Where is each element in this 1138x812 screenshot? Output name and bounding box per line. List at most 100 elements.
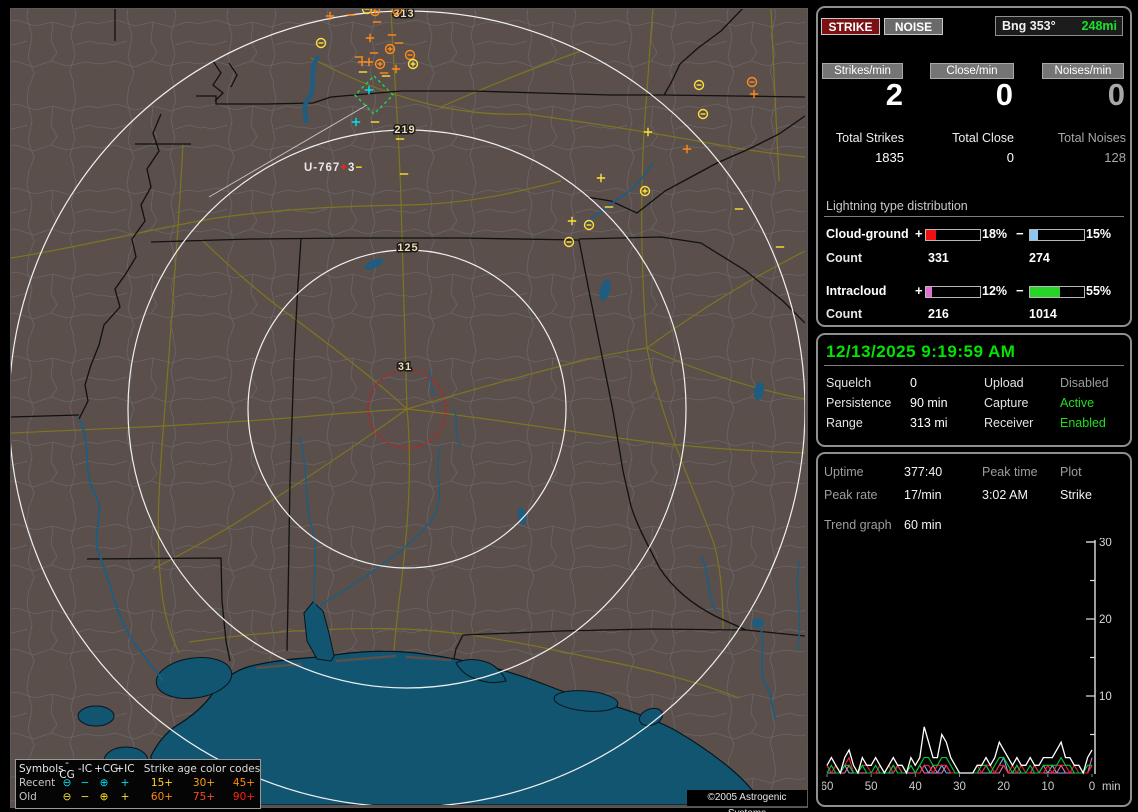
strike-legend: Symbols -CG -IC +CG +IC Strike age color code… — [15, 757, 261, 809]
legend-cell: +CG — [94, 762, 119, 775]
total-strikes-label: Total Strikes — [835, 131, 904, 145]
total-noises-label: Total Noises — [1057, 131, 1126, 145]
storm-cell-label: U-767+3− — [304, 162, 363, 174]
capture-label: Capture — [984, 396, 1029, 410]
persistence-value: 90 min — [910, 396, 948, 410]
peak-time-label: Peak time — [982, 465, 1038, 479]
range-ring-label: 31 — [398, 361, 412, 373]
counter-panel: STRIKE NOISE Bng 353° 248mi Strikes/min … — [816, 6, 1132, 327]
svg-text:40: 40 — [909, 781, 922, 793]
legend-cell: + — [120, 777, 130, 789]
bearing-readout: Bng 353° 248mi — [995, 16, 1123, 36]
minus-sign: − — [1016, 283, 1024, 298]
range-value: 313 mi — [910, 416, 948, 430]
ic-neg-bar — [1029, 286, 1085, 298]
ic-pos-bar — [925, 286, 981, 298]
legend-cell: Symbols — [19, 762, 64, 775]
plot-label: Plot — [1060, 465, 1082, 479]
noises-per-min-value: 0 — [1107, 77, 1126, 112]
svg-text:0: 0 — [1089, 781, 1095, 793]
legend-cell: 60+ — [150, 791, 174, 803]
legend-cell: ⊕ — [99, 777, 109, 789]
capture-value: Active — [1060, 396, 1095, 410]
cloud-ground-label: Cloud-ground — [826, 227, 909, 241]
copyright-label: ©2005 Astrogenic Systems — [687, 790, 807, 812]
bearing-range-value: 248mi — [1081, 19, 1117, 33]
trend-panel: Uptime 377:40 Peak time Plot Peak rate 1… — [816, 452, 1132, 807]
cg-neg-bar — [1029, 229, 1085, 241]
cg-pos-bar — [925, 229, 981, 241]
total-close-value: 0 — [1006, 150, 1014, 165]
ic-neg-count: 1014 — [1029, 307, 1057, 321]
legend-cell: − — [80, 777, 90, 789]
noise-mode-button[interactable]: NOISE — [884, 18, 943, 35]
nexstorm-window: 313 219 125 31 U-767+3− Symbols -CG -IC +CG +IC… — [0, 0, 1138, 812]
count-label: Count — [826, 307, 863, 321]
cg-neg-count: 274 — [1029, 251, 1050, 265]
minus-sign: − — [1016, 226, 1024, 241]
trend-window-value: 60 min — [904, 518, 942, 532]
peak-time-value: 3:02 AM — [982, 488, 1028, 502]
svg-text:30: 30 — [953, 781, 966, 793]
status-panel: 12/13/2025 9:19:59 AM Squelch 0 Upload D… — [816, 333, 1132, 447]
range-ring-label: 125 — [397, 242, 418, 254]
cg-pos-count: 331 — [928, 251, 949, 265]
ic-pos-pct: 12% — [982, 284, 1008, 298]
range-ring-label: 219 — [394, 124, 415, 136]
uptime-value: 377:40 — [904, 465, 943, 479]
upload-label: Upload — [984, 376, 1024, 390]
legend-cell: +IC — [115, 762, 135, 775]
legend-cell: Recent — [19, 777, 56, 789]
strike-mode-button[interactable]: STRIKE — [821, 18, 880, 35]
legend-cell: ⊖ — [62, 777, 72, 789]
peak-rate-value: 17/min — [904, 488, 942, 502]
svg-text:20: 20 — [997, 781, 1010, 793]
legend-cell: 30+ — [192, 777, 216, 789]
ic-pos-count: 216 — [928, 307, 949, 321]
ic-neg-pct: 55% — [1086, 284, 1112, 298]
datetime-display: 12/13/2025 9:19:59 AM — [826, 342, 1016, 361]
cg-neg-pct: 15% — [1086, 227, 1112, 241]
map-canvas[interactable]: 313 219 125 31 U-767+3− Symbols -CG -IC +CG +IC… — [10, 8, 808, 812]
total-noises-value: 128 — [1104, 150, 1126, 165]
squelch-label: Squelch — [826, 376, 872, 390]
persistence-label: Persistence — [826, 396, 892, 410]
legend-cell: 75+ — [192, 791, 216, 803]
svg-text:min: min — [1102, 781, 1121, 793]
legend-cell: Old — [19, 791, 37, 803]
legend-cell: − — [80, 791, 90, 803]
svg-text:10: 10 — [1099, 691, 1112, 703]
legend-cell: 90+ — [232, 791, 256, 803]
legend-cell: 15+ — [150, 777, 174, 789]
strikes-per-min-value: 2 — [885, 77, 904, 112]
uptime-label: Uptime — [824, 465, 864, 479]
legend-cell: -IC — [77, 762, 93, 775]
plot-value: Strike — [1060, 488, 1092, 502]
squelch-value: 0 — [910, 376, 917, 390]
total-close-label: Total Close — [952, 131, 1014, 145]
plus-sign: + — [915, 283, 923, 298]
svg-text:60: 60 — [822, 781, 833, 793]
svg-text:50: 50 — [865, 781, 878, 793]
range-label: Range — [826, 416, 863, 430]
legend-cell: 45+ — [232, 777, 256, 789]
peak-rate-label: Peak rate — [824, 488, 878, 502]
legend-cell: + — [120, 791, 130, 803]
bearing-value: Bng 353° — [1002, 19, 1056, 33]
upload-value: Disabled — [1060, 376, 1109, 390]
cg-pos-pct: 18% — [982, 227, 1008, 241]
svg-text:10: 10 — [1041, 781, 1054, 793]
close-per-min-value: 0 — [995, 77, 1014, 112]
distribution-title: Lightning type distribution — [826, 199, 968, 213]
svg-text:30: 30 — [1099, 538, 1112, 549]
legend-cell: Strike age color codes — [143, 762, 261, 775]
count-label: Count — [826, 251, 863, 265]
trend-graph-label: Trend graph — [824, 518, 892, 532]
total-strikes-value: 1835 — [875, 150, 904, 165]
legend-cell: ⊕ — [99, 791, 109, 803]
svg-text:20: 20 — [1099, 614, 1112, 626]
legend-cell: ⊖ — [62, 791, 72, 803]
plus-sign: + — [915, 226, 923, 241]
trend-graph: 10 20 30 60 50 40 30 20 10 0 min — [822, 538, 1121, 793]
lightning-map[interactable]: 31321912531 U-767+3− — [11, 9, 805, 805]
